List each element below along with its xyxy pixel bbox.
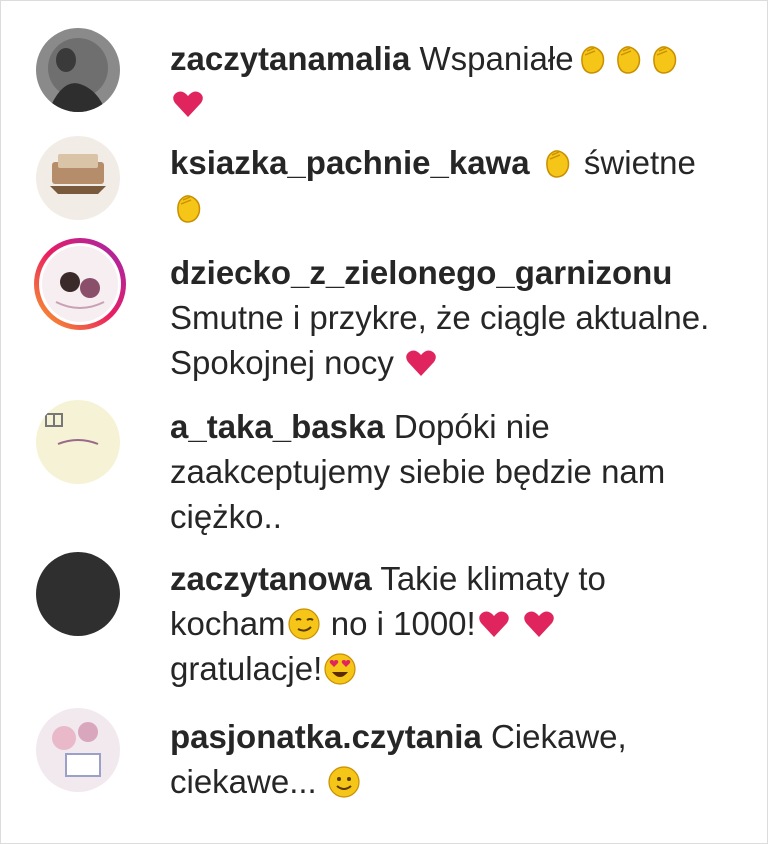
comment-body: Wspaniałe (419, 40, 574, 77)
clapping-hands-icon (611, 42, 645, 76)
avatar[interactable] (36, 28, 120, 112)
comment-text: zaczytanamalia Wspaniałe (170, 36, 730, 126)
comment-text: pasjonatka.czytania Ciekawe, ciekawe... (170, 714, 730, 804)
comment-body: Smutne i przykre, że ciągle aktualne. Sp… (170, 299, 710, 381)
username[interactable]: ksiazka_pachnie_kawa (170, 144, 530, 181)
username[interactable]: zaczytanamalia (170, 40, 410, 77)
avatar[interactable] (36, 552, 120, 636)
username[interactable]: zaczytanowa (170, 560, 372, 597)
comment-body: świetne (583, 144, 696, 181)
username[interactable]: a_taka_baska (170, 408, 385, 445)
red-heart-icon (522, 607, 556, 641)
clapping-hands-icon (575, 42, 609, 76)
red-heart-icon (171, 87, 205, 121)
clapping-hands-icon (647, 42, 681, 76)
comment-text: dziecko_z_zielonego_garnizonu Smutne i p… (170, 250, 730, 385)
comment-text: zaczytanowa Takie klimaty to kocham no i… (170, 556, 730, 691)
red-heart-icon (404, 346, 438, 380)
comment-body-3: gratulacje! (170, 650, 323, 687)
avatar[interactable] (32, 236, 128, 332)
comment-body-2: no i 1000! (330, 605, 476, 642)
red-heart-icon (477, 607, 511, 641)
clapping-hands-icon (171, 191, 205, 225)
avatar[interactable] (36, 708, 120, 792)
slightly-smiling-face-icon (327, 765, 361, 799)
smirking-face-icon (287, 607, 321, 641)
username[interactable]: pasjonatka.czytania (170, 718, 482, 755)
username[interactable]: dziecko_z_zielonego_garnizonu (170, 254, 672, 291)
heart-eyes-face-icon (323, 652, 357, 686)
avatar[interactable] (36, 400, 120, 484)
comment-text: a_taka_baska Dopóki nie zaakceptujemy si… (170, 404, 730, 539)
clapping-hands-icon (540, 146, 574, 180)
comment-text: ksiazka_pachnie_kawa świetne (170, 140, 730, 230)
avatar[interactable] (36, 136, 120, 220)
